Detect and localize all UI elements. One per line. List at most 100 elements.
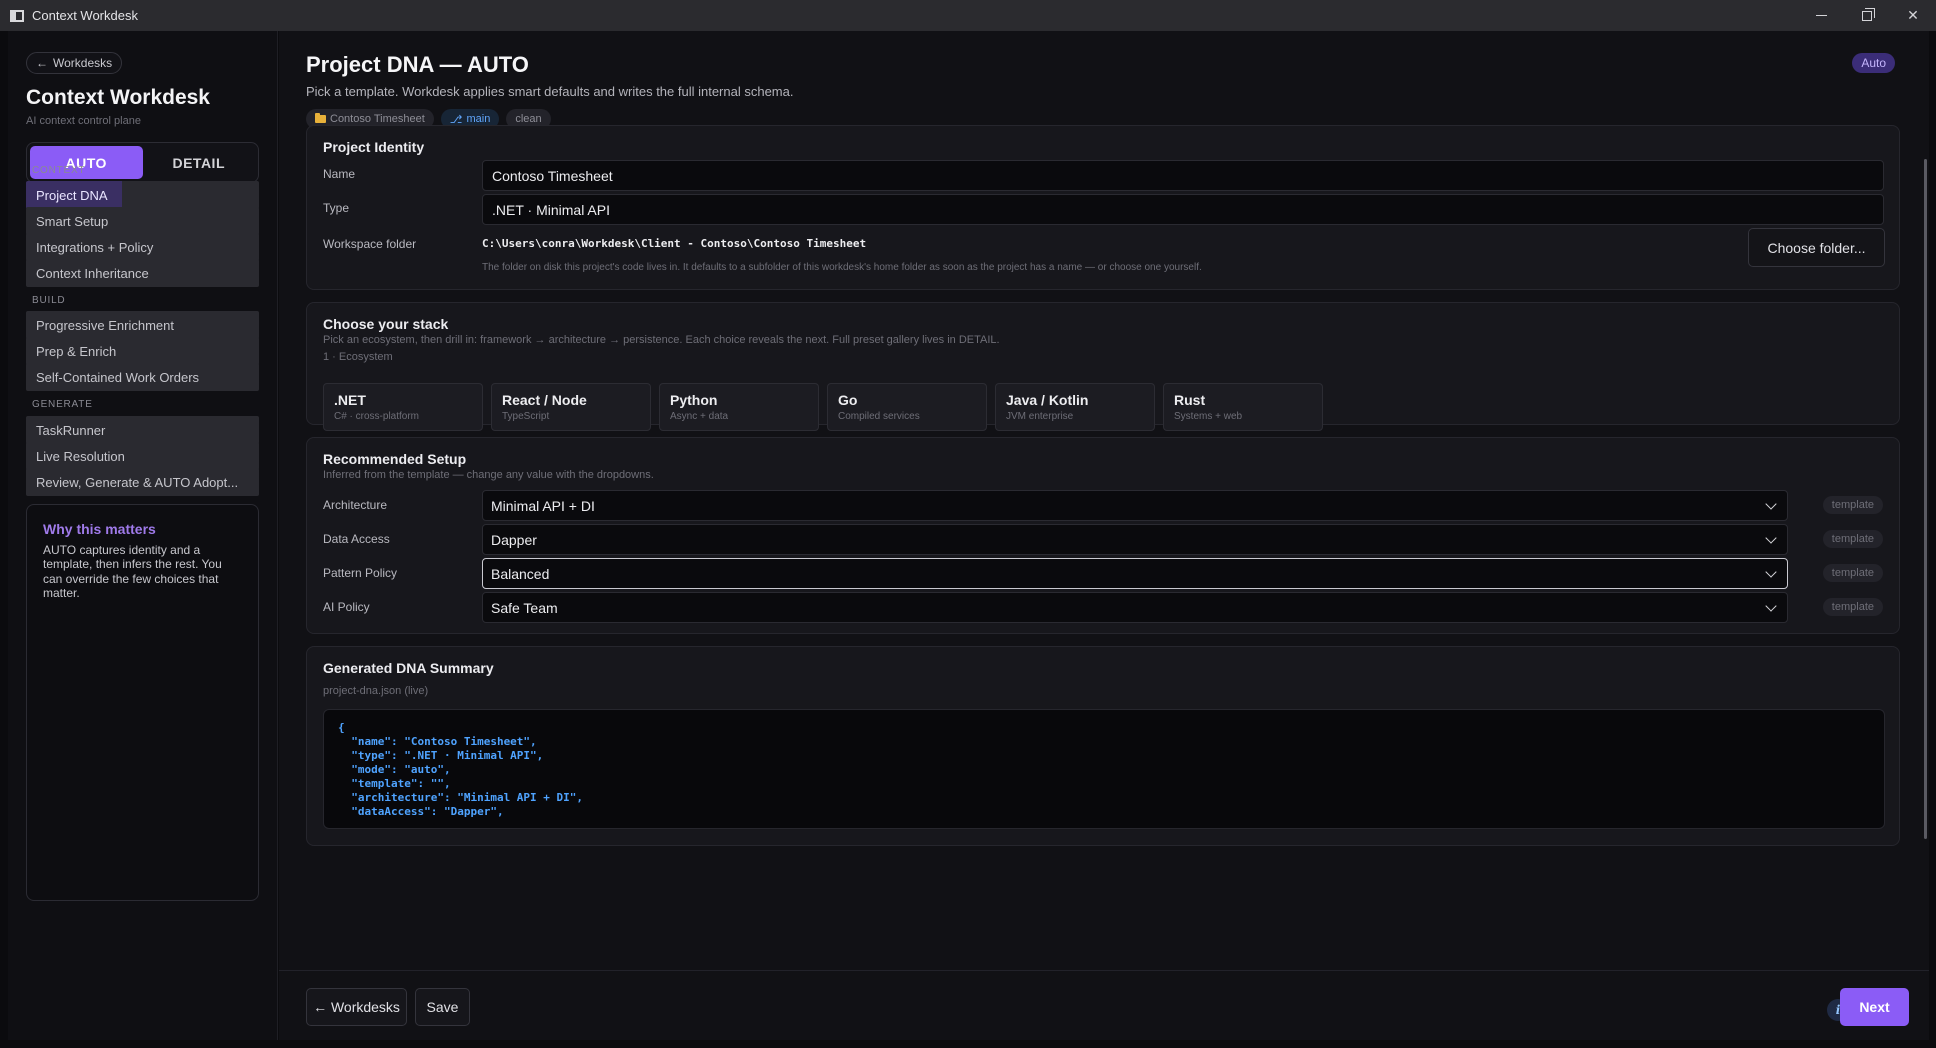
code-line: "name": "Contoso Timesheet", xyxy=(338,735,537,748)
minimize-button[interactable] xyxy=(1798,0,1844,31)
ecosystem-dotnet[interactable]: .NET C# · cross-platform xyxy=(323,383,483,431)
chevron-down-icon xyxy=(1765,566,1777,578)
stack-step-label: 1 · Ecosystem xyxy=(323,351,393,363)
restore-button[interactable] xyxy=(1844,0,1890,31)
window-title: Context Workdesk xyxy=(32,8,138,23)
template-badge: template xyxy=(1822,564,1883,582)
brand-subtitle: AI context control plane xyxy=(26,115,141,127)
ecosystem-name: .NET xyxy=(334,392,366,408)
git-branch-icon: ⎇ xyxy=(449,113,463,126)
section-label-build: BUILD xyxy=(32,295,66,306)
dna-json-preview: { "name": "Contoso Timesheet", "type": "… xyxy=(323,709,1885,829)
window-titlebar: Context Workdesk ✕ xyxy=(0,0,1936,31)
summary-file-label: project-dna.json (live) xyxy=(323,685,429,697)
sidebar: ← Workdesks Context Workdesk AI context … xyxy=(8,31,278,1040)
ecosystem-rust[interactable]: Rust Systems + web xyxy=(1163,383,1323,431)
sidebar-item-review-generate[interactable]: Review, Generate & AUTO Adopt... xyxy=(26,468,259,496)
page-subtitle: Pick a template. Workdesk applies smart … xyxy=(306,84,794,99)
sidebar-item-smart-setup[interactable]: Smart Setup xyxy=(26,207,259,235)
brand-title: Context Workdesk xyxy=(26,86,210,109)
workspace-folder-hint: The folder on disk this project's code l… xyxy=(482,262,1202,273)
app-icon xyxy=(10,9,24,22)
architecture-select[interactable]: Minimal API + DI xyxy=(482,490,1788,521)
section-label-generate: GENERATE xyxy=(32,399,93,410)
data-access-select[interactable]: Dapper xyxy=(482,524,1788,555)
workspace-folder-label: Workspace folder xyxy=(323,237,417,251)
sidebar-item-work-orders[interactable]: Self-Contained Work Orders xyxy=(26,363,259,391)
code-line: { xyxy=(338,721,345,734)
back-to-workdesks-chip[interactable]: ← Workdesks xyxy=(26,52,123,74)
ai-policy-value: Safe Team xyxy=(491,599,558,616)
why-title: Why this matters xyxy=(43,521,156,537)
ai-policy-label: AI Policy xyxy=(323,600,370,614)
sidebar-item-integrations-policy[interactable]: Integrations + Policy xyxy=(26,233,259,261)
code-line: "architecture": "Minimal API + DI", xyxy=(338,791,584,804)
ecosystem-desc: Systems + web xyxy=(1174,411,1243,422)
architecture-value: Minimal API + DI xyxy=(491,497,595,514)
choose-folder-button[interactable]: Choose folder... xyxy=(1748,228,1885,267)
template-badge: template xyxy=(1822,496,1883,514)
branch-chip-label: main xyxy=(466,113,491,125)
ecosystem-react-node[interactable]: React / Node TypeScript xyxy=(491,383,651,431)
chevron-down-icon xyxy=(1765,532,1777,544)
folder-icon xyxy=(315,113,326,123)
recommended-setup-card: Recommended Setup Inferred from the temp… xyxy=(306,437,1900,634)
ecosystem-desc: Compiled services xyxy=(838,411,920,422)
page-title: Project DNA — AUTO xyxy=(306,52,529,77)
window-controls: ✕ xyxy=(1798,0,1936,31)
pattern-policy-label: Pattern Policy xyxy=(323,566,398,580)
ecosystem-java-kotlin[interactable]: Java / Kotlin JVM enterprise xyxy=(995,383,1155,431)
summary-title: Generated DNA Summary xyxy=(323,660,494,676)
ecosystem-desc: C# · cross-platform xyxy=(334,411,420,422)
back-chip-label: Workdesks xyxy=(53,56,113,70)
ecosystem-name: React / Node xyxy=(502,392,587,408)
data-access-value: Dapper xyxy=(491,531,537,548)
mode-badge: Auto xyxy=(1852,53,1895,73)
ecosystem-desc: Async + data xyxy=(670,411,729,422)
sidebar-item-progressive-enrichment[interactable]: Progressive Enrichment xyxy=(26,311,259,339)
why-this-matters-panel: Why this matters AUTO captures identity … xyxy=(26,504,259,901)
sidebar-item-project-dna[interactable]: Project DNA xyxy=(26,181,259,209)
name-input[interactable]: Contoso Timesheet xyxy=(482,160,1884,191)
pattern-policy-select[interactable]: Balanced xyxy=(482,558,1788,589)
footer-bar: ← Workdesks Save i Next xyxy=(279,970,1929,1040)
main-content: Project DNA — AUTO Pick a template. Work… xyxy=(279,31,1929,1040)
name-label: Name xyxy=(323,167,356,181)
save-button[interactable]: Save xyxy=(415,988,470,1026)
ecosystem-desc: TypeScript xyxy=(502,411,550,422)
code-line: "template": "", xyxy=(338,777,451,790)
stack-subtitle: Pick an ecosystem, then drill in: framew… xyxy=(323,334,1000,346)
code-line: "type": ".NET · Minimal API", xyxy=(338,749,544,762)
ai-policy-select[interactable]: Safe Team xyxy=(482,592,1788,623)
setup-title: Recommended Setup xyxy=(323,451,467,467)
code-line: "mode": "auto", xyxy=(338,763,451,776)
sidebar-item-taskrunner[interactable]: TaskRunner xyxy=(26,416,259,444)
close-button[interactable]: ✕ xyxy=(1890,0,1936,31)
mode-toggle: AUTO DETAIL xyxy=(26,142,259,183)
type-input[interactable]: .NET · Minimal API xyxy=(482,194,1884,225)
choose-stack-card: Choose your stack Pick an ecosystem, the… xyxy=(306,302,1900,431)
close-icon: ✕ xyxy=(1907,7,1919,23)
mode-detail-button[interactable]: DETAIL xyxy=(143,146,256,179)
next-button[interactable]: Next xyxy=(1840,988,1909,1026)
ecosystem-name: Java / Kotlin xyxy=(1006,392,1089,408)
sidebar-item-context-inheritance[interactable]: Context Inheritance xyxy=(26,259,259,287)
ecosystem-python[interactable]: Python Async + data xyxy=(659,383,819,431)
ecosystem-go[interactable]: Go Compiled services xyxy=(827,383,987,431)
sidebar-item-prep-enrich[interactable]: Prep & Enrich xyxy=(26,337,259,365)
why-body: AUTO captures identity and a template, t… xyxy=(43,543,222,601)
code-line: "dataAccess": "Dapper", xyxy=(338,805,504,818)
project-chip-label: Contoso Timesheet xyxy=(330,113,425,125)
template-badge: template xyxy=(1822,530,1883,548)
scrollbar[interactable] xyxy=(1924,159,1927,839)
data-access-label: Data Access xyxy=(323,532,390,546)
back-workdesks-button[interactable]: ← Workdesks xyxy=(306,988,407,1026)
arrow-left-icon: ← xyxy=(36,56,48,70)
sidebar-item-live-resolution[interactable]: Live Resolution xyxy=(26,442,259,470)
workspace-folder-path: C:\Users\conra\Workdesk\Client - Contoso… xyxy=(482,237,867,250)
dna-summary-card: Generated DNA Summary project-dna.json (… xyxy=(306,646,1900,846)
restore-icon xyxy=(1862,7,1875,21)
section-label-context: CONTEXT xyxy=(32,165,86,176)
ecosystem-name: Go xyxy=(838,392,858,408)
type-label: Type xyxy=(323,201,350,215)
